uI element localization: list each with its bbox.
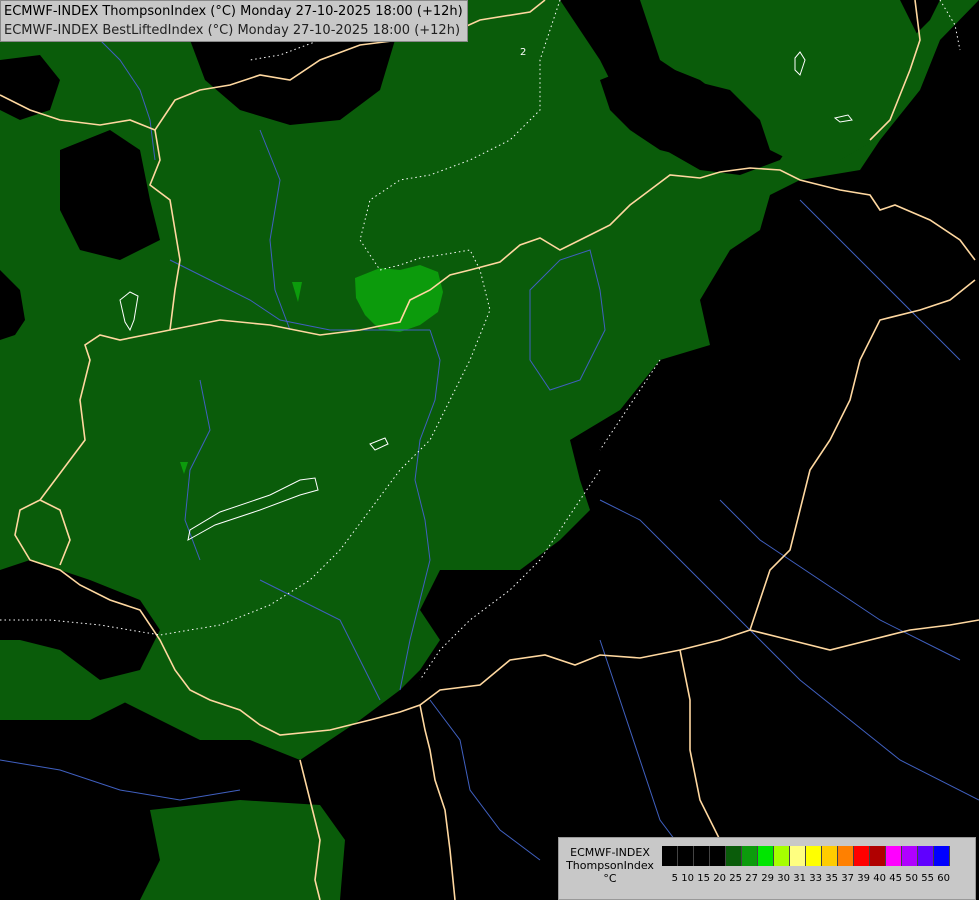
legend-tick-label: 39 <box>857 873 870 884</box>
map-title-box: ECMWF-INDEX ThompsonIndex (°C) Monday 27… <box>0 0 468 42</box>
legend-variable: ThompsonIndex <box>566 859 654 872</box>
legend-unit: °C <box>603 872 617 885</box>
legend-swatch <box>774 846 790 866</box>
legend-tick-label: 45 <box>889 873 902 884</box>
legend-swatch <box>726 846 742 866</box>
legend-swatches <box>662 846 950 866</box>
legend-swatch <box>838 846 854 866</box>
legend-swatch <box>902 846 918 866</box>
legend-tick-label: 20 <box>713 873 726 884</box>
legend-swatch <box>678 846 694 866</box>
legend-title: ECMWF-INDEX ThompsonIndex °C <box>561 846 659 885</box>
legend-swatch <box>918 846 934 866</box>
legend-swatch <box>822 846 838 866</box>
legend-tick-label: 25 <box>729 873 742 884</box>
legend-tick-label: 27 <box>745 873 758 884</box>
legend-tick-label: 15 <box>697 873 710 884</box>
weather-map: 2 <box>0 0 979 900</box>
legend-tick-label: 50 <box>905 873 918 884</box>
legend-swatch <box>710 846 726 866</box>
title-thompson-index: ECMWF-INDEX ThompsonIndex (°C) Monday 27… <box>4 4 463 19</box>
legend-swatch <box>694 846 710 866</box>
legend-tick-label: 35 <box>825 873 838 884</box>
legend-swatch <box>758 846 774 866</box>
legend-swatch <box>886 846 902 866</box>
legend-tick-label: 10 <box>681 873 694 884</box>
legend-model: ECMWF-INDEX <box>570 846 650 859</box>
legend-swatch <box>662 846 678 866</box>
legend-swatch <box>790 846 806 866</box>
legend-tick-label: 31 <box>793 873 806 884</box>
legend-tick-label: 29 <box>761 873 774 884</box>
legend-tick-label: 5 <box>671 873 678 884</box>
legend-tick-label: 55 <box>921 873 934 884</box>
legend-swatch <box>870 846 886 866</box>
legend-tick-label: 60 <box>937 873 950 884</box>
color-legend: ECMWF-INDEX ThompsonIndex °C 5 10 15 20 25 27… <box>558 837 976 900</box>
legend-swatch <box>854 846 870 866</box>
legend-tick-label: 40 <box>873 873 886 884</box>
legend-swatch <box>742 846 758 866</box>
legend-ticks: 5 10 15 20 25 27 29 30 31 33 35 37 39 40 45 50 55 60 <box>662 873 950 884</box>
legend-tick-label: 33 <box>809 873 822 884</box>
legend-swatch <box>806 846 822 866</box>
legend-swatch <box>934 846 950 866</box>
title-best-lifted-index: ECMWF-INDEX BestLiftedIndex (°C) Monday … <box>4 23 461 38</box>
legend-tick-label: 37 <box>841 873 854 884</box>
legend-tick-label: 30 <box>777 873 790 884</box>
contour-label: 2 <box>520 47 526 58</box>
